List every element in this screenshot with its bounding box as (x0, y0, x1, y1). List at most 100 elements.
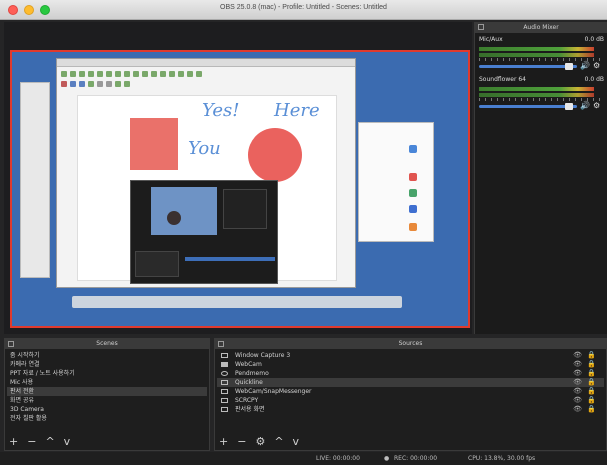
app-icon (409, 205, 417, 213)
lock-icon[interactable]: 🔒 (587, 396, 596, 405)
dock-float-icon[interactable] (478, 24, 484, 30)
window-capture-icon (221, 389, 228, 394)
handwritten-you: You (188, 138, 221, 159)
volume-slider-handle[interactable] (565, 63, 573, 70)
display-capture-icon (221, 407, 228, 412)
nested-screen (151, 187, 217, 235)
source-item[interactable]: Pendmemo 👁 🔒 (217, 369, 604, 378)
scene-item[interactable]: 3D Camera (7, 405, 207, 414)
sources-title: Sources (215, 339, 606, 349)
lock-icon[interactable]: 🔒 (587, 405, 596, 414)
nested-obs-preview (130, 180, 278, 284)
mixer-track: Soundflower 64 0.0 dB 🔊 ⚙ (479, 76, 604, 110)
volume-icon[interactable]: 🔊 (580, 101, 590, 110)
scene-item[interactable]: 줌 시작하기 (7, 351, 207, 360)
gear-icon[interactable]: ⚙ (593, 61, 600, 70)
audio-mixer-dock: Audio Mixer Mic/Aux 0.0 dB 🔊 ⚙ Soundflow… (474, 22, 607, 334)
captured-left-window (20, 82, 50, 278)
lock-icon[interactable]: 🔒 (587, 351, 596, 360)
scene-item[interactable]: 전자 칠판 활용 (7, 414, 207, 423)
audio-mixer-label: Audio Mixer (523, 24, 559, 31)
status-bar: LIVE: 00:00:00 ● REC: 00:00:00 CPU: 13.8… (0, 452, 607, 465)
scene-item[interactable]: 카메라 연결 (7, 360, 207, 369)
lock-icon[interactable]: 🔒 (587, 369, 596, 378)
webcam-person (167, 211, 181, 225)
scenes-dock: Scenes 줌 시작하기 카메라 연결 PPT 자료 / 노트 사용하기 Mi… (4, 338, 210, 451)
source-name: WebCam (235, 361, 262, 368)
handwritten-yes: Yes! (202, 100, 240, 121)
dock-float-icon[interactable] (218, 341, 224, 347)
volume-slider-handle[interactable] (565, 103, 573, 110)
visibility-eye-icon[interactable]: 👁 (573, 369, 582, 378)
remove-source-button[interactable]: − (237, 436, 246, 448)
add-scene-button[interactable]: + (9, 436, 18, 448)
volume-meter (479, 87, 594, 91)
camera-icon (221, 362, 228, 367)
rec-status: REC: 00:00:00 (394, 455, 438, 462)
red-square-shape (130, 118, 178, 170)
visibility-eye-icon[interactable]: 👁 (573, 387, 582, 396)
visibility-eye-icon[interactable]: 👁 (573, 360, 582, 369)
scenes-toolbar: + − ^ v (9, 436, 70, 448)
nested-side-panel (223, 189, 267, 229)
move-down-button[interactable]: v (64, 436, 71, 448)
scenes-title: Scenes (5, 339, 209, 349)
window-capture-icon (221, 353, 228, 358)
scene-item[interactable]: Mic 사용 (7, 378, 207, 387)
window-title: OBS 25.0.8 (mac) - Profile: Untitled - S… (220, 4, 387, 11)
source-item[interactable]: Window Capture 3 👁 🔒 (217, 351, 604, 360)
gear-icon[interactable]: ⚙ (593, 101, 600, 110)
remove-scene-button[interactable]: − (27, 436, 36, 448)
obs-window: OBS 25.0.8 (mac) - Profile: Untitled - S… (0, 0, 607, 465)
track-db: 0.0 dB (584, 76, 604, 83)
visibility-eye-icon[interactable]: 👁 (573, 396, 582, 405)
lock-icon[interactable]: 🔒 (587, 360, 596, 369)
scene-item[interactable]: 화면 공유 (7, 396, 207, 405)
source-properties-button[interactable]: ⚙ (255, 436, 265, 448)
volume-meter (479, 93, 594, 97)
move-up-button[interactable]: ^ (274, 436, 283, 448)
editor-toolbar (61, 71, 351, 77)
lock-icon[interactable]: 🔒 (587, 378, 596, 387)
window-capture-icon (221, 380, 228, 385)
visibility-eye-icon[interactable]: 👁 (573, 378, 582, 387)
volume-icon[interactable]: 🔊 (580, 61, 590, 70)
move-down-button[interactable]: v (293, 436, 300, 448)
lock-icon[interactable]: 🔒 (587, 387, 596, 396)
scenes-label: Scenes (96, 340, 118, 347)
editor-toolbar-2 (61, 81, 351, 87)
pen-icon (221, 371, 228, 376)
visibility-eye-icon[interactable]: 👁 (573, 351, 582, 360)
source-name: Quickline (235, 379, 263, 386)
volume-meter (479, 47, 594, 51)
app-icon (409, 145, 417, 153)
source-item-selected[interactable]: Quickline 👁 🔒 (217, 378, 604, 387)
source-item[interactable]: WebCam/SnapMessenger 👁 🔒 (217, 387, 604, 396)
source-name: SCRCPY (235, 397, 259, 404)
scenes-list: 줌 시작하기 카메라 연결 PPT 자료 / 노트 사용하기 Mic 사용 판서… (7, 351, 207, 423)
app-icon (409, 223, 417, 231)
dock-float-icon[interactable] (8, 341, 14, 347)
window-capture-icon (221, 398, 228, 403)
preview-canvas[interactable]: Yes! Here You write (10, 50, 470, 328)
preview-panel: Yes! Here You write (4, 22, 472, 334)
editor-titlebar (57, 59, 355, 67)
mixer-track: Mic/Aux 0.0 dB 🔊 ⚙ (479, 36, 604, 70)
source-item[interactable]: 판서용 화면 👁 🔒 (217, 405, 604, 414)
scene-item-selected[interactable]: 판서 전환 (7, 387, 207, 396)
move-up-button[interactable]: ^ (45, 436, 54, 448)
source-item[interactable]: WebCam 👁 🔒 (217, 360, 604, 369)
scene-item[interactable]: PPT 자료 / 노트 사용하기 (7, 369, 207, 378)
mac-dock (72, 296, 402, 308)
volume-slider[interactable] (479, 105, 577, 108)
title-bar: OBS 25.0.8 (mac) - Profile: Untitled - S… (0, 0, 607, 20)
source-item[interactable]: SCRCPY 👁 🔒 (217, 396, 604, 405)
rec-dot-icon: ● (384, 455, 390, 462)
sources-list: Window Capture 3 👁 🔒 WebCam 👁 🔒 Pendmemo… (217, 351, 604, 414)
source-name: Window Capture 3 (235, 352, 291, 359)
track-db: 0.0 dB (584, 36, 604, 43)
volume-slider[interactable] (479, 65, 577, 68)
visibility-eye-icon[interactable]: 👁 (573, 405, 582, 414)
captured-side-window (358, 122, 434, 242)
add-source-button[interactable]: + (219, 436, 228, 448)
